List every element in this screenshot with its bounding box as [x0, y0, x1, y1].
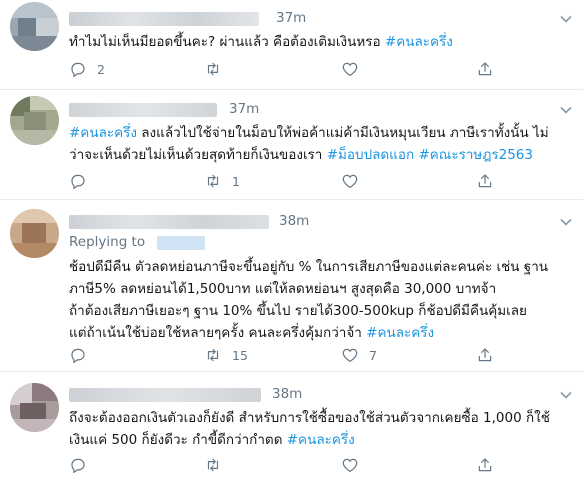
chevron-down-icon[interactable] — [559, 388, 573, 402]
reply-icon — [71, 62, 85, 77]
reply-button[interactable] — [69, 455, 97, 475]
reply-button[interactable] — [69, 345, 97, 365]
share-icon — [478, 348, 492, 362]
retweet-count: 15 — [232, 347, 248, 363]
retweet-button[interactable]: 1 — [204, 171, 240, 191]
reply-count: 2 — [97, 61, 105, 77]
tweet-text-segment: ช้อปดีมีคืน ตัวลดหย่อนภาษีจะขึ้นอยู่กับ … — [69, 259, 549, 341]
retweet-button[interactable] — [204, 59, 232, 79]
heart-icon — [342, 62, 358, 76]
tweet-text: #คนละครึ่ง ลงแล้วไปใช้จ่ายในม็อบให้พ่อค้… — [69, 122, 574, 166]
share-icon — [478, 174, 492, 188]
heart-icon — [342, 174, 358, 188]
tweet-text: ทำไมไม่เห็นมียอดขึ้นคะ? ผ่านแล้ว คือต้อง… — [69, 31, 574, 53]
tweet-actions — [69, 455, 492, 475]
tweet-timestamp[interactable]: 37m — [276, 10, 306, 26]
tweet[interactable]: 37m ทำไมไม่เห็นมียอดขึ้นคะ? ผ่านแล้ว คือ… — [0, 0, 583, 90]
share-button[interactable] — [476, 59, 494, 79]
tweet-actions: 2 — [69, 59, 492, 79]
reply-button[interactable] — [69, 171, 97, 191]
like-button[interactable] — [341, 171, 369, 191]
chevron-down-icon[interactable] — [559, 103, 573, 117]
hashtag-link[interactable]: #คนละครึ่ง — [69, 125, 137, 141]
heart-icon — [342, 458, 358, 472]
hashtag-link[interactable]: #ม็อบปลดแอก — [327, 147, 414, 163]
hashtag-link[interactable]: #คนละครึ่ง — [385, 34, 453, 50]
retweet-icon — [207, 458, 219, 472]
tweet-timestamp[interactable]: 37m — [229, 101, 259, 117]
retweet-icon — [207, 174, 219, 188]
reply-icon — [71, 348, 85, 363]
like-button[interactable]: 7 — [341, 345, 377, 365]
reply-button[interactable]: 2 — [69, 59, 105, 79]
tweet-text: ถึงจะต้องออกเงินตัวเองก็ยังดี สำหรับการใ… — [69, 407, 574, 451]
hashtag-link[interactable]: #คนละครึ่ง — [366, 325, 434, 341]
share-button[interactable] — [476, 455, 494, 475]
retweet-count: 1 — [232, 173, 240, 189]
avatar[interactable] — [10, 2, 59, 51]
tweet[interactable]: 38m Replying to ช้อปดีมีคืน ตัวลดหย่อนภา… — [0, 199, 583, 372]
share-button[interactable] — [476, 171, 494, 191]
hashtag-link[interactable]: #คนละครึ่ง — [287, 432, 355, 448]
replying-to-user-blurred[interactable] — [157, 236, 205, 250]
retweet-button[interactable]: 15 — [204, 345, 248, 365]
tweet-text-segment: ทำไมไม่เห็นมียอดขึ้นคะ? ผ่านแล้ว คือต้อง… — [69, 34, 385, 50]
replying-to-label: Replying to — [69, 234, 146, 250]
display-name-blurred[interactable] — [69, 12, 259, 26]
tweet-actions: 15 7 — [69, 345, 492, 365]
tweet-timestamp[interactable]: 38m — [279, 213, 309, 229]
chevron-down-icon[interactable] — [559, 12, 573, 26]
tweet-timestamp[interactable]: 38m — [272, 386, 302, 402]
avatar[interactable] — [10, 383, 59, 432]
heart-icon — [342, 348, 358, 362]
chevron-down-icon[interactable] — [559, 215, 573, 229]
retweet-icon — [207, 348, 219, 362]
like-button[interactable] — [341, 455, 369, 475]
like-button[interactable] — [341, 59, 369, 79]
reply-icon — [71, 174, 85, 189]
share-icon — [478, 458, 492, 472]
hashtag-link[interactable]: #คณะราษฎร2563 — [418, 147, 533, 163]
tweet-text: ช้อปดีมีคืน ตัวลดหย่อนภาษีจะขึ้นอยู่กับ … — [69, 256, 574, 344]
retweet-button[interactable] — [204, 455, 232, 475]
reply-icon — [71, 458, 85, 473]
avatar[interactable] — [10, 96, 59, 145]
display-name-blurred[interactable] — [69, 215, 269, 229]
tweet[interactable]: 38m ถึงจะต้องออกเงินตัวเองก็ยังดี สำหรับ… — [0, 371, 583, 489]
display-name-blurred[interactable] — [69, 388, 261, 402]
share-icon — [478, 62, 492, 76]
tweet-feed: 37m ทำไมไม่เห็นมียอดขึ้นคะ? ผ่านแล้ว คือ… — [0, 0, 583, 489]
retweet-icon — [207, 62, 219, 76]
display-name-blurred[interactable] — [69, 103, 217, 117]
share-button[interactable] — [476, 345, 494, 365]
tweet[interactable]: 37m #คนละครึ่ง ลงแล้วไปใช้จ่ายในม็อบให้พ… — [0, 89, 583, 200]
like-count: 7 — [369, 347, 377, 363]
avatar[interactable] — [10, 209, 59, 258]
tweet-actions: 1 — [69, 171, 492, 191]
